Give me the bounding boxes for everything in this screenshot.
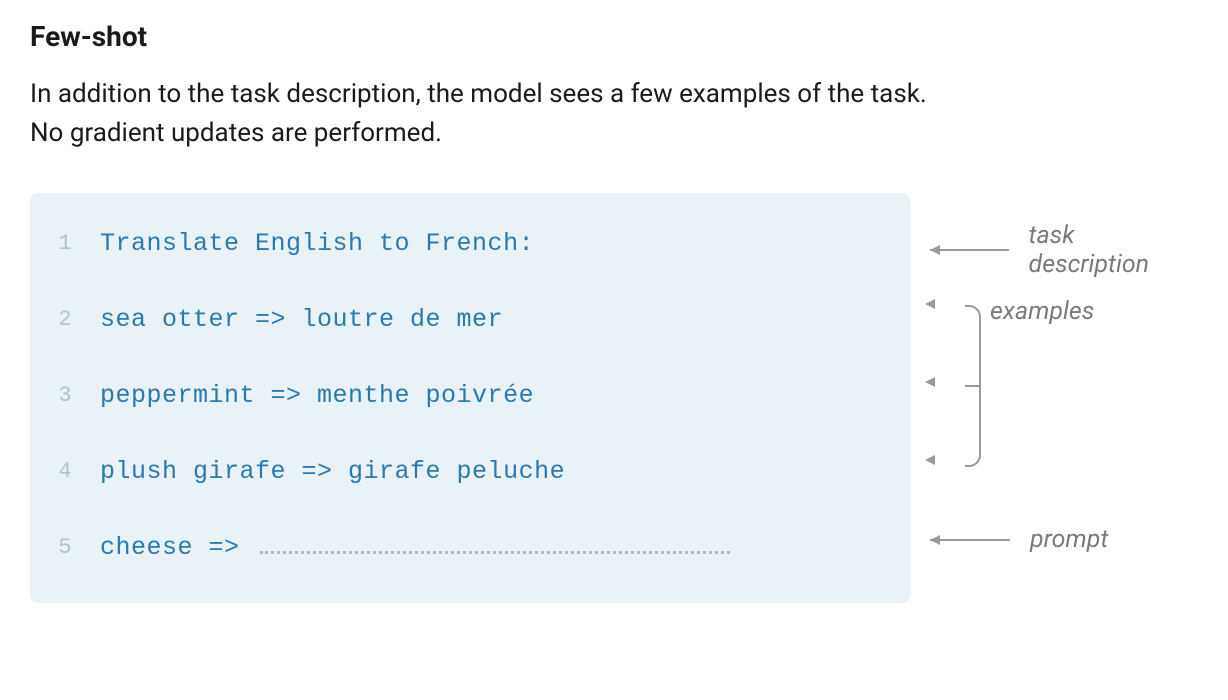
code-line-3: 3 peppermint => menthe poivrée (30, 357, 910, 433)
annotation-prompt: prompt (930, 525, 1108, 554)
section-title: Few-shot (30, 20, 1198, 53)
bracket-curve (965, 305, 981, 467)
code-line-5: 5 cheese => (30, 509, 910, 585)
annotation-label: task description (1029, 221, 1198, 279)
code-text: Translate English to French: (100, 229, 534, 258)
line-number: 2 (30, 307, 100, 332)
annotation-examples: examples (990, 297, 1094, 326)
code-text: cheese => (100, 533, 240, 562)
annotation-label: prompt (1030, 525, 1108, 554)
examples-bracket (925, 293, 985, 463)
code-block: 1 Translate English to French: 2 sea ott… (30, 193, 910, 603)
line-number: 3 (30, 383, 100, 408)
dotted-line (260, 551, 730, 554)
line-number: 1 (30, 231, 100, 256)
arrow-icon (930, 539, 1010, 541)
few-shot-diagram: Few-shot In addition to the task descrip… (30, 20, 1198, 603)
annotation-label: examples (990, 297, 1094, 326)
code-line-2: 2 sea otter => loutre de mer (30, 281, 910, 357)
section-description: In addition to the task description, the… (30, 75, 930, 153)
code-line-4: 4 plush girafe => girafe peluche (30, 433, 910, 509)
code-text: sea otter => loutre de mer (100, 305, 503, 334)
line-number: 4 (30, 459, 100, 484)
code-text: plush girafe => girafe peluche (100, 457, 565, 486)
arrow-icon (930, 249, 1009, 251)
annotation-task-description: task description (930, 221, 1198, 279)
code-line-1: 1 Translate English to French: (30, 205, 910, 281)
line-number: 5 (30, 535, 100, 560)
code-text: peppermint => menthe poivrée (100, 381, 534, 410)
diagram-container: 1 Translate English to French: 2 sea ott… (30, 193, 1198, 603)
